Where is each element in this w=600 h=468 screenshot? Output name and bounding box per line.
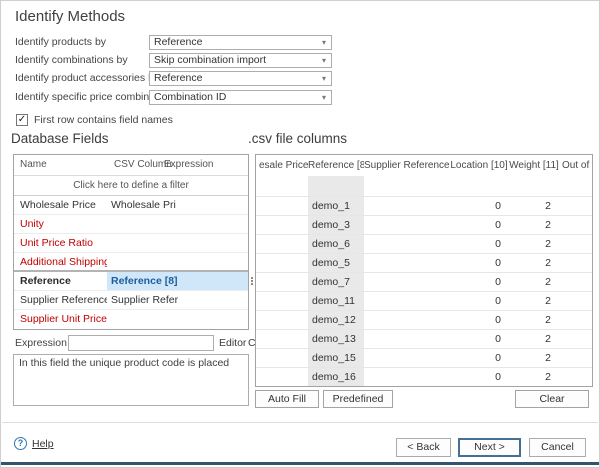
help-icon[interactable]: ? [14,437,27,450]
field-description-box: In this field the unique product code is… [13,354,249,406]
window-bottom-accent [1,462,599,465]
chevron-down-icon: ▾ [321,38,326,47]
db-field-row-reference-selected[interactable]: Reference Reference [8] [14,272,248,291]
db-field-row-wholesale-price[interactable]: Wholesale Price Wholesale Pri [14,196,248,215]
csv-grid-row[interactable]: demo_6 0 2 [256,234,592,253]
csv-grid-row[interactable] [256,176,592,196]
csv-grid-row[interactable]: demo_1 0 2 [256,196,592,215]
splitter-grip-icon [251,276,253,286]
db-field-row-supplier-unit-price[interactable]: Supplier Unit Price (Tax [14,310,248,329]
chevron-down-icon: ▾ [321,56,326,65]
csv-header-supplier-reference[interactable]: Supplier Reference [9] [364,155,449,176]
selected-csv-mapping[interactable]: Reference [8] [107,272,248,290]
csv-columns-grid: esale Price [7] Reference [8] Supplier R… [255,154,593,387]
db-field-row-unit-price-ratio[interactable]: Unit Price Ratio [14,234,248,253]
csv-file-columns-heading: .csv file columns [248,131,348,146]
database-fields-table-header: Name CSV Column Expression [14,155,248,176]
db-field-row-supplier-reference[interactable]: Supplier Reference Supplier Refer [14,291,248,310]
page-title: Identify Methods [15,8,126,25]
identify-combinations-select[interactable]: Skip combination import ▾ [149,53,332,68]
csv-columns-panel: esale Price [7] Reference [8] Supplier R… [255,154,593,408]
database-fields-heading: Database Fields [11,131,109,146]
db-field-row-additional-shipping-cost[interactable]: Additional Shipping Cost [14,253,248,272]
database-fields-table: Name CSV Column Expression Click here to… [13,154,249,330]
chevron-down-icon: ▾ [321,93,326,102]
first-row-checkbox-label: First row contains field names [34,114,173,126]
csv-header-out-of-stock[interactable]: Out of St [559,155,592,176]
identify-combinations-row: Identify combinations by Skip combinatio… [1,53,599,69]
chevron-down-icon: ▾ [321,74,326,83]
csv-grid-row[interactable]: demo_12 0 2 [256,310,592,329]
csv-grid-row[interactable]: demo_13 0 2 [256,329,592,348]
auto-fill-button[interactable]: Auto Fill [255,390,319,408]
column-header-name[interactable]: Name [20,159,47,170]
footer-divider [2,422,598,423]
identify-products-value: Reference [154,36,203,48]
import-wizard-window: Identify Methods Identify products by Re… [0,0,600,468]
first-row-checkbox[interactable]: ✓ [16,114,28,126]
cancel-button[interactable]: Cancel [529,438,586,457]
column-header-expression[interactable]: Expression [164,159,213,170]
identify-products-label: Identify products by [15,36,107,48]
identify-accessories-row: Identify product accessories by Referenc… [1,71,599,87]
csv-grid-row[interactable]: demo_11 0 2 [256,291,592,310]
back-button[interactable]: < Back [396,438,451,457]
csv-grid-row[interactable]: demo_5 0 2 [256,253,592,272]
identify-price-combination-value: Combination ID [154,91,227,103]
csv-header-reference[interactable]: Reference [8] [308,155,364,176]
expression-label: Expression [15,337,67,349]
csv-grid-header-row: esale Price [7] Reference [8] Supplier R… [256,155,592,176]
csv-grid-row[interactable]: demo_7 0 2 [256,272,592,291]
csv-header-location[interactable]: Location [10] [449,155,509,176]
identify-price-combination-select[interactable]: Combination ID ▾ [149,90,332,105]
filter-row[interactable]: Click here to define a filter [14,176,248,196]
identify-products-row: Identify products by Reference ▾ [1,35,599,51]
identify-accessories-select[interactable]: Reference ▾ [149,71,332,86]
clear-button[interactable]: Clear [515,390,589,408]
editor-link[interactable]: Editor [219,337,246,349]
csv-grid-row[interactable]: demo_3 0 2 [256,215,592,234]
identify-combinations-label: Identify combinations by [15,54,128,66]
next-button[interactable]: Next > [458,438,521,457]
identify-price-combination-row: Identify specific price combination by C… [1,90,599,106]
identify-accessories-value: Reference [154,72,203,84]
db-field-row-unity[interactable]: Unity [14,215,248,234]
help-link[interactable]: Help [32,438,54,450]
predefined-button[interactable]: Predefined [323,390,393,408]
csv-header-weight[interactable]: Weight [11] [509,155,559,176]
csv-grid-row[interactable]: demo_15 0 2 [256,348,592,367]
identify-combinations-value: Skip combination import [154,54,267,66]
identify-products-select[interactable]: Reference ▾ [149,35,332,50]
expression-row: Expression Editor Check [13,335,278,352]
csv-grid-row[interactable]: demo_16 0 2 [256,367,592,386]
identify-accessories-label: Identify product accessories by [15,72,160,84]
csv-header-wholesale-price[interactable]: esale Price [7] [256,155,308,176]
expression-input[interactable] [68,335,214,351]
